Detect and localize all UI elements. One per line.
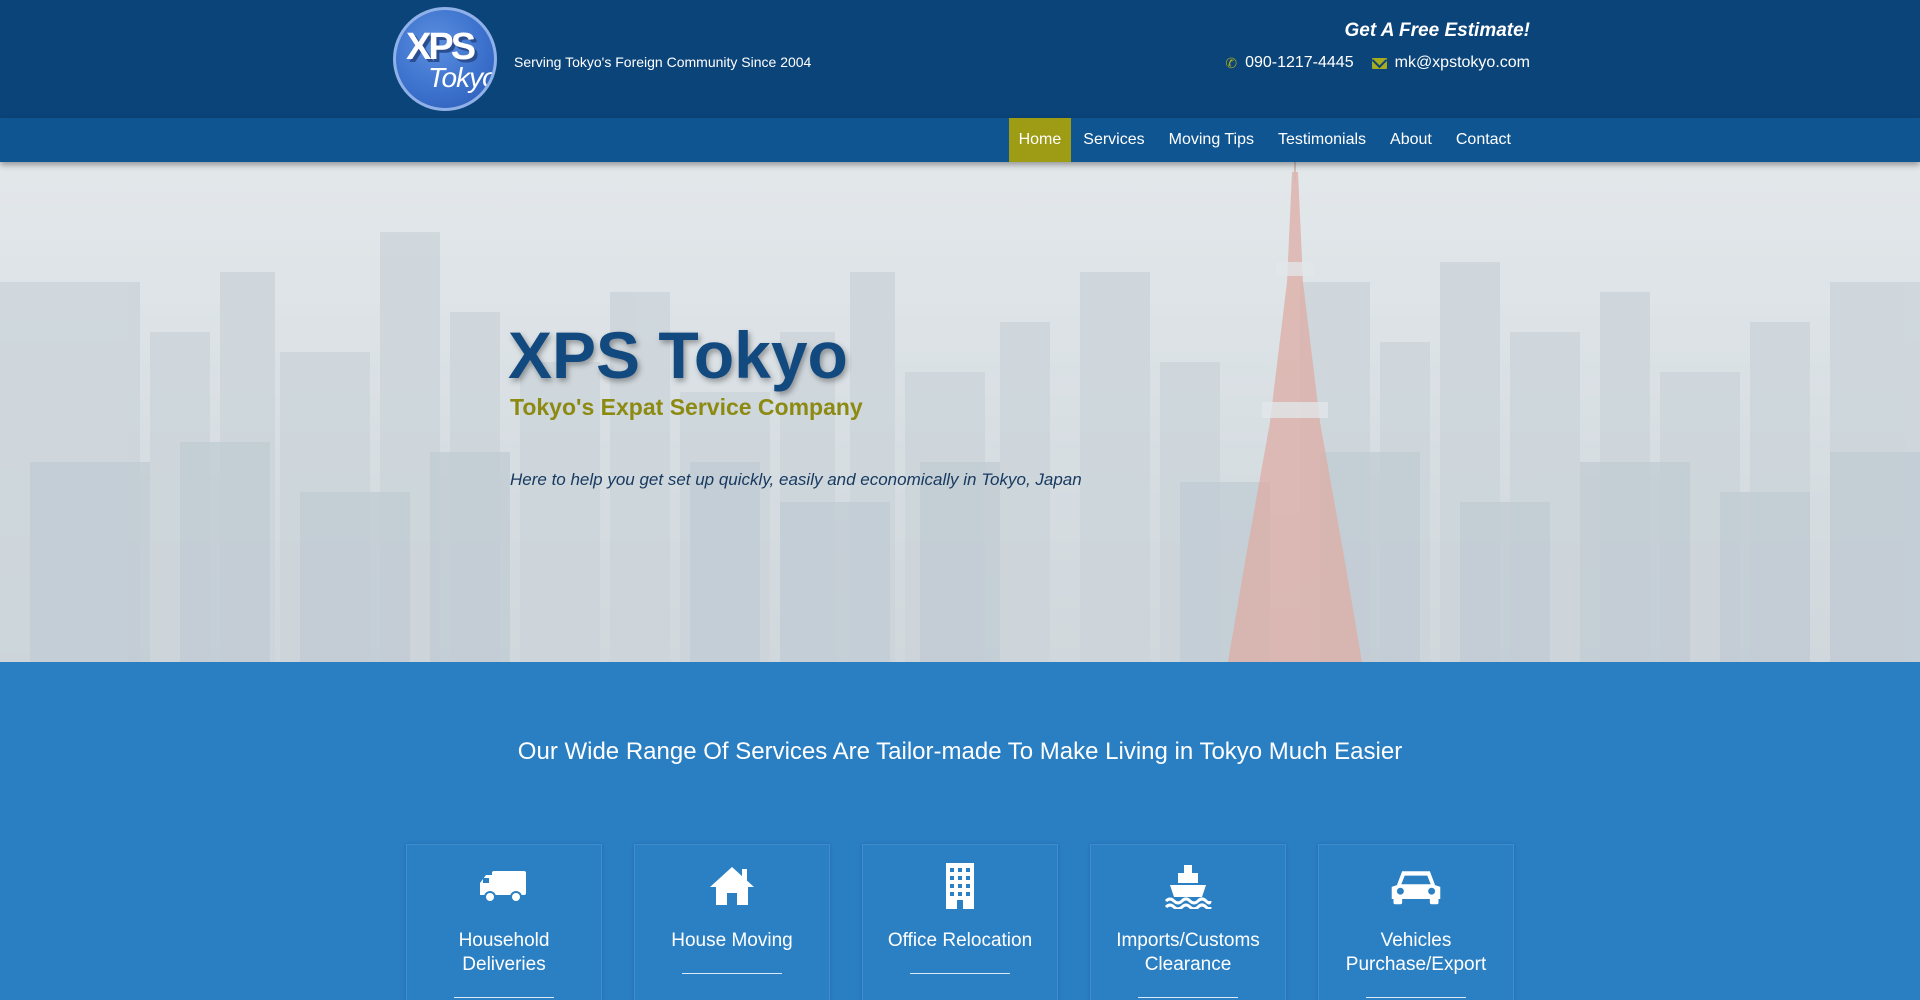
main-nav: Home Services Moving Tips Testimonials A…: [1008, 118, 1523, 162]
service-label: Office Relocation: [887, 930, 1033, 951]
logo-tokyo-text: Tokyo: [428, 62, 497, 93]
envelope-icon: [1371, 57, 1387, 69]
nav-services[interactable]: Services: [1071, 118, 1156, 162]
service-label: Vehicles Purchase/Export: [1345, 930, 1487, 975]
tokyo-skyline-background: [0, 162, 1920, 662]
divider: [454, 997, 554, 998]
nav-about[interactable]: About: [1378, 118, 1444, 162]
divider: [910, 973, 1010, 974]
service-label: Imports/Customs Clearance: [1116, 930, 1260, 975]
phone-icon: ✆: [1225, 54, 1238, 71]
truck-icon: [480, 871, 526, 903]
service-card-household-deliveries[interactable]: Household Deliveries: [406, 844, 602, 1000]
site-tagline: Serving Tokyo's Foreign Community Since …: [514, 54, 812, 70]
nav-testimonials[interactable]: Testimonials: [1266, 118, 1378, 162]
service-card-vehicles[interactable]: Vehicles Purchase/Export: [1318, 844, 1514, 1000]
hero-subtitle: Tokyo's Expat Service Company: [510, 394, 863, 420]
ship-icon: [1164, 865, 1212, 909]
phone-number[interactable]: 090-1217-4445: [1245, 54, 1354, 72]
services-heading: Our Wide Range Of Services Are Tailor-ma…: [517, 738, 1403, 765]
free-estimate-link[interactable]: Get A Free Estimate!: [1345, 20, 1530, 42]
services-section: Our Wide Range Of Services Are Tailor-ma…: [0, 662, 1920, 1000]
divider: [1138, 997, 1238, 998]
nav-moving-tips[interactable]: Moving Tips: [1157, 118, 1266, 162]
hero-title: XPS Tokyo: [508, 318, 848, 392]
divider: [682, 973, 782, 974]
nav-contact[interactable]: Contact: [1444, 118, 1523, 162]
xps-tokyo-logo[interactable]: XPS Tokyo: [393, 7, 497, 111]
email-address[interactable]: mk@xpstokyo.com: [1395, 54, 1530, 72]
service-card-house-moving[interactable]: House Moving: [634, 844, 830, 1000]
contact-info: ✆ 090-1217-4445 mk@xpstokyo.com: [1225, 54, 1530, 72]
service-label: Household Deliveries: [458, 930, 550, 975]
service-card-imports-customs[interactable]: Imports/Customs Clearance: [1090, 844, 1286, 1000]
house-icon: [710, 867, 754, 905]
main-navigation-bar: Home Services Moving Tips Testimonials A…: [0, 118, 1920, 162]
hero-description: Here to help you get set up quickly, eas…: [510, 470, 1082, 489]
office-building-icon: [946, 863, 974, 909]
service-cards: Household Deliveries House Moving Office…: [406, 844, 1514, 1000]
site-header: XPS Tokyo Serving Tokyo's Foreign Commun…: [0, 0, 1920, 118]
service-card-office-relocation[interactable]: Office Relocation: [862, 844, 1058, 1000]
divider: [1366, 997, 1466, 998]
nav-home[interactable]: Home: [1008, 118, 1072, 162]
car-icon: [1391, 871, 1441, 905]
hero-banner: XPS Tokyo Tokyo's Expat Service Company …: [0, 162, 1920, 662]
service-label: House Moving: [671, 930, 793, 951]
